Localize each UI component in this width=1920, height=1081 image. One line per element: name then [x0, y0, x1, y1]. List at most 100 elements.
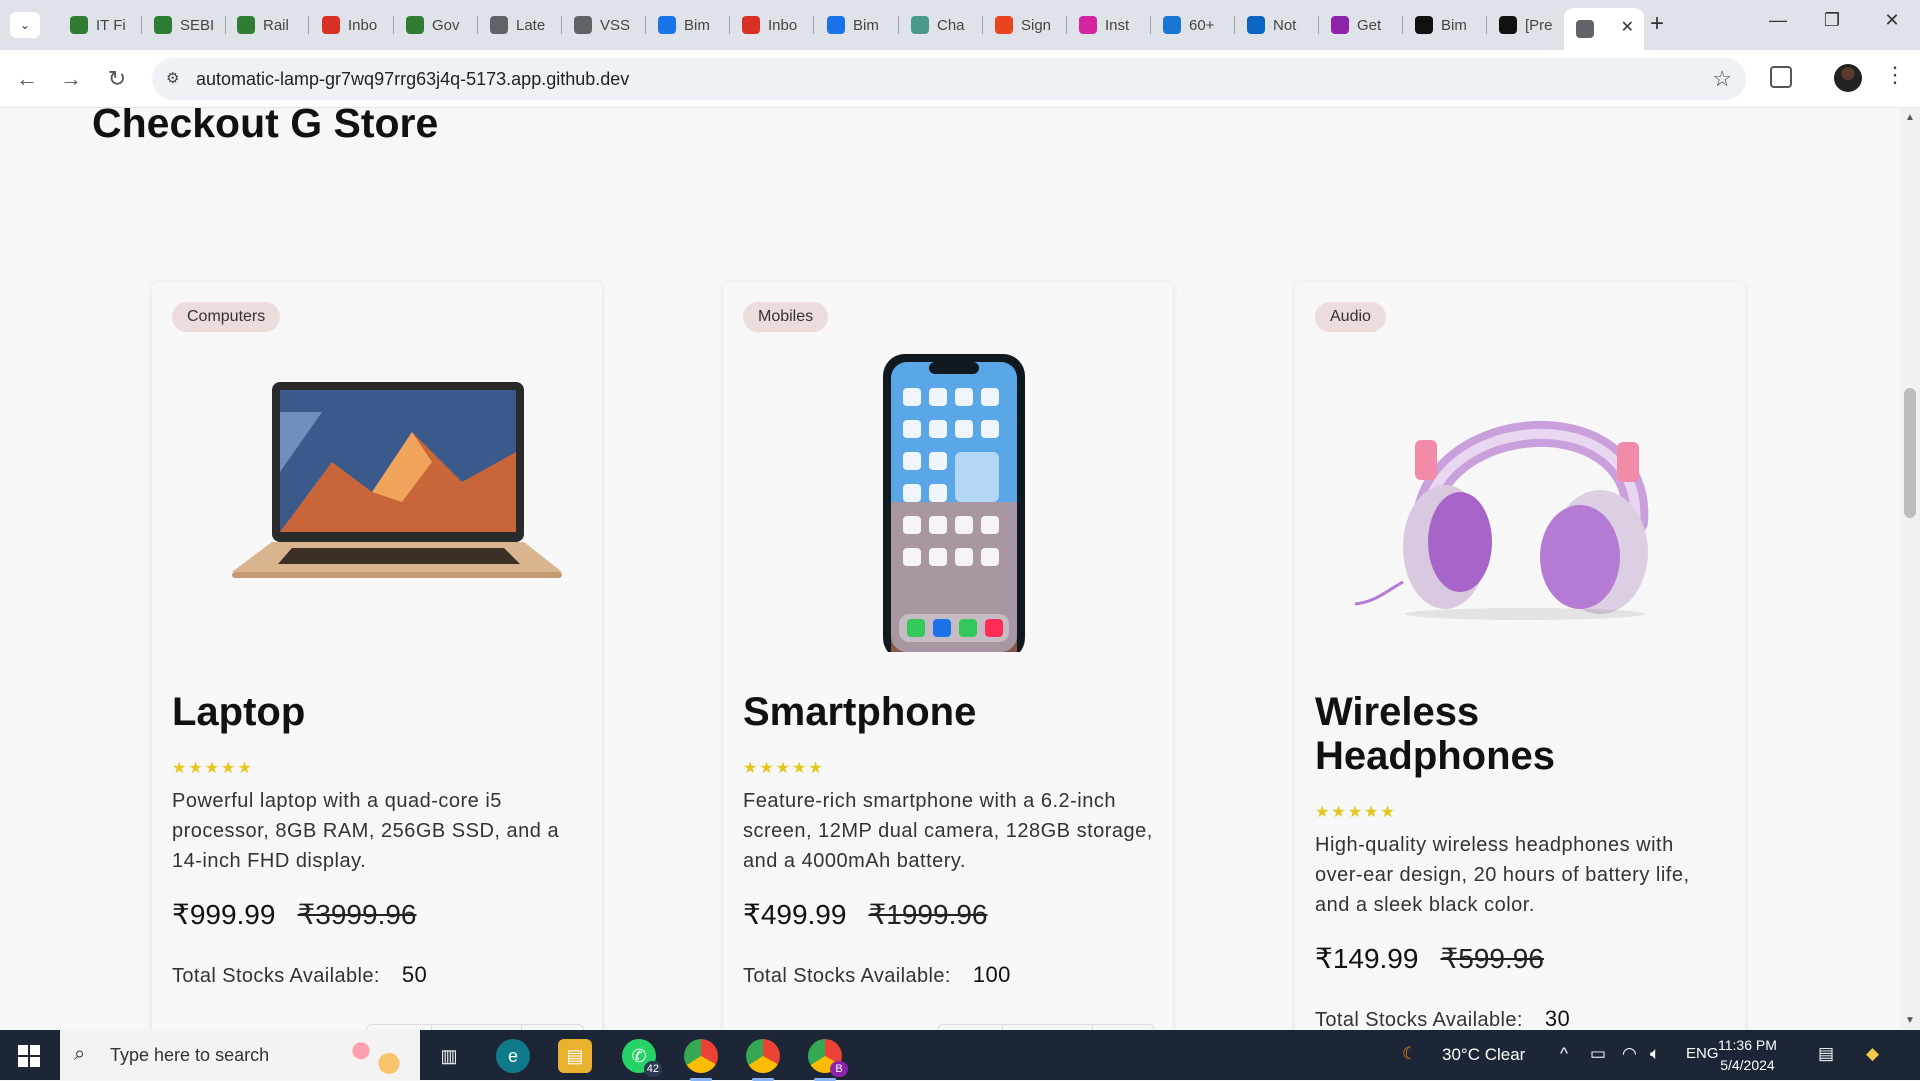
- browser-tab[interactable]: Not: [1235, 8, 1319, 42]
- search-highlight-decoration: [340, 1034, 410, 1076]
- new-tab-button[interactable]: +: [1650, 10, 1664, 38]
- headphones-image: [1315, 352, 1725, 622]
- stock-row: Total Stocks Available: 100: [743, 962, 1011, 988]
- chrome-profile-badge: B: [830, 1061, 848, 1077]
- browser-tab[interactable]: Inst: [1067, 8, 1151, 42]
- v-icon: [1331, 16, 1349, 34]
- scroll-thumb[interactable]: [1904, 388, 1916, 518]
- file-explorer-icon[interactable]: ▤: [558, 1039, 592, 1073]
- browser-tab[interactable]: Bim: [815, 8, 899, 42]
- tab-separator: [813, 16, 814, 34]
- site-info-icon[interactable]: ⚙: [166, 69, 186, 89]
- shield-icon: [406, 16, 424, 34]
- meet-now-icon[interactable]: ▭: [1590, 1044, 1606, 1064]
- scroll-up-arrow-icon[interactable]: ▲: [1905, 112, 1915, 123]
- docs-icon: [658, 16, 676, 34]
- minimize-button[interactable]: —: [1766, 10, 1790, 31]
- stock-count: 100: [972, 962, 1011, 987]
- browser-tab[interactable]: IT Fi: [58, 8, 142, 42]
- vertical-scrollbar[interactable]: ▲ ▼: [1900, 108, 1920, 1030]
- stock-count: 50: [401, 962, 428, 987]
- weather-icon[interactable]: ☾: [1402, 1044, 1417, 1064]
- original-price: ₹3999.96: [297, 899, 417, 930]
- chatgpt-icon: [911, 16, 929, 34]
- notifications-icon[interactable]: ▤: [1818, 1044, 1834, 1064]
- shield-icon: [70, 16, 88, 34]
- browser-tab[interactable]: Inbo: [730, 8, 814, 42]
- tab-title: Rail: [263, 16, 289, 34]
- browser-tab[interactable]: Bim: [646, 8, 730, 42]
- address-bar[interactable]: ⚙ automatic-lamp-gr7wq97rrg63j4q-5173.ap…: [152, 58, 1746, 100]
- price-row: ₹149.99 ₹599.96: [1315, 942, 1544, 975]
- docs-icon: [827, 16, 845, 34]
- browser-menu-icon[interactable]: ⋮: [1884, 62, 1906, 88]
- chrome-icon[interactable]: [684, 1039, 718, 1081]
- browser-tab[interactable]: Get: [1319, 8, 1403, 42]
- browser-tab[interactable]: Gov: [394, 8, 478, 42]
- copilot-icon[interactable]: ◆: [1866, 1044, 1879, 1064]
- tab-title: Sign: [1021, 16, 1052, 34]
- smartphone-image: [743, 352, 1153, 660]
- url-text[interactable]: automatic-lamp-gr7wq97rrg63j4q-5173.app.…: [196, 69, 629, 90]
- product-description: Powerful laptop with a quad-core i5 proc…: [172, 790, 560, 872]
- tab-title: [Pre: [1525, 16, 1553, 34]
- extensions-icon[interactable]: [1770, 66, 1792, 88]
- browser-tab[interactable]: ✕: [1564, 8, 1644, 50]
- tab-title: Late: [516, 16, 546, 34]
- shield-icon: [237, 16, 255, 34]
- reload-button[interactable]: ↻: [102, 64, 132, 94]
- whatsapp-icon[interactable]: ✆ 42: [622, 1039, 662, 1077]
- profile-avatar[interactable]: [1834, 64, 1862, 92]
- close-window-button[interactable]: ✕: [1880, 10, 1904, 31]
- close-tab-icon[interactable]: ✕: [1621, 17, 1634, 37]
- browser-tab[interactable]: Sign: [983, 8, 1067, 42]
- tab-title: Inbo: [348, 16, 378, 34]
- back-button[interactable]: ←: [12, 64, 42, 94]
- stock-label: Total Stocks Available:: [172, 965, 380, 987]
- volume-icon[interactable]: 🔈︎: [1650, 1044, 1660, 1064]
- gmail-icon: [742, 16, 760, 34]
- browser-tab[interactable]: 60+: [1151, 8, 1235, 42]
- bookmark-star-icon[interactable]: ☆: [1712, 66, 1732, 92]
- tab-search-button[interactable]: ⌄: [10, 12, 40, 38]
- taskbar-search[interactable]: ⌕ Type here to search: [60, 1030, 420, 1080]
- clock-time: 11:36 PM: [1718, 1037, 1777, 1053]
- browser-tab[interactable]: Cha: [899, 8, 983, 42]
- forward-button[interactable]: →: [56, 64, 86, 94]
- n-icon: [1163, 16, 1181, 34]
- tab-title: Inbo: [768, 16, 798, 34]
- browser-tab[interactable]: Late: [478, 8, 562, 42]
- browser-tab[interactable]: Rail: [225, 8, 309, 42]
- wifi-icon[interactable]: ◠: [1622, 1044, 1637, 1064]
- tab-title: Bim: [853, 16, 879, 34]
- tab-title: VSS: [600, 16, 631, 34]
- task-view-icon[interactable]: ▥: [432, 1039, 466, 1073]
- windows-start-icon[interactable]: [18, 1045, 40, 1067]
- browser-tab[interactable]: VSS: [562, 8, 646, 42]
- page-viewport[interactable]: Checkout G Store Computers Laptop ★★★★★ …: [0, 108, 1900, 1030]
- news-icon: [574, 16, 592, 34]
- language-indicator[interactable]: ENG: [1686, 1045, 1719, 1062]
- browser-tab[interactable]: [Pre: [1487, 8, 1571, 42]
- clock[interactable]: 11:36 PM 5/4/2024: [1718, 1035, 1777, 1075]
- tab-title: Gov: [432, 16, 460, 34]
- browser-tab[interactable]: Inbo: [310, 8, 394, 42]
- sign-icon: [995, 16, 1013, 34]
- restore-button[interactable]: ❐: [1820, 10, 1844, 31]
- instagram-icon: [1079, 16, 1097, 34]
- weather-text[interactable]: 30°C Clear: [1442, 1045, 1525, 1065]
- edge-icon[interactable]: e: [496, 1039, 530, 1073]
- product-title: Smartphone: [743, 690, 977, 734]
- browser-tab[interactable]: SEBI: [142, 8, 226, 42]
- original-price: ₹1999.96: [868, 899, 988, 930]
- scroll-down-arrow-icon[interactable]: ▼: [1905, 1015, 1915, 1026]
- rating-stars: ★★★★★: [1315, 804, 1397, 821]
- chrome-profile-icon[interactable]: [746, 1039, 780, 1081]
- laptop-image: [172, 352, 582, 622]
- linkedin-icon: [1247, 16, 1265, 34]
- chevron-up-icon[interactable]: ^: [1560, 1044, 1568, 1064]
- browser-tab[interactable]: Bim: [1403, 8, 1487, 42]
- search-icon: ⌕: [74, 1043, 86, 1065]
- chrome-profile-b-icon[interactable]: B: [808, 1039, 848, 1081]
- tab-title: Bim: [684, 16, 710, 34]
